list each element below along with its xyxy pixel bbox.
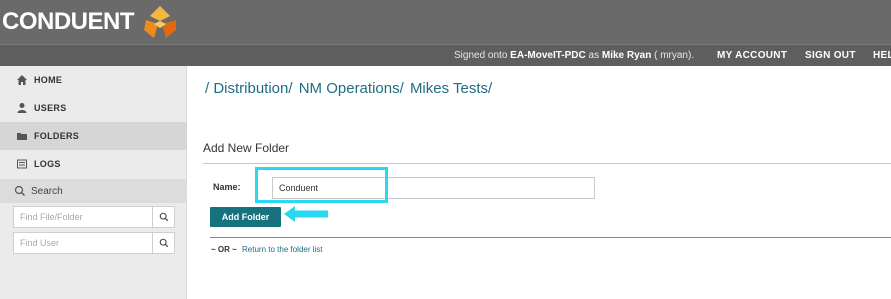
search-icon: [159, 212, 168, 222]
sidebar-item-label: LOGS: [34, 159, 61, 169]
highlight-annotation-box: [255, 167, 388, 203]
my-account-link[interactable]: MY ACCOUNT: [717, 50, 787, 61]
sign-out-link[interactable]: SIGN OUT: [805, 50, 856, 61]
signed-on-text: Signed onto EA-MoveIT-PDC as Mike Ryan (…: [454, 50, 695, 61]
sidebar-item-label: FOLDERS: [34, 131, 80, 141]
breadcrumb-nm-operations[interactable]: NM Operations/: [299, 80, 404, 97]
or-return-line: ~ OR ~ Return to the folder list: [211, 245, 323, 254]
breadcrumb-mikes-tests[interactable]: Mikes Tests/: [410, 80, 492, 97]
sidebar: HOME USERS FOLDERS LOGS Search: [0, 66, 187, 299]
pointer-arrow-icon: [284, 206, 328, 222]
app-window: CONDUENT Signed onto EA-MoveIT-PDC as Mi…: [0, 0, 891, 299]
sidebar-item-folders[interactable]: FOLDERS: [0, 122, 187, 150]
sidebar-item-home[interactable]: HOME: [0, 66, 187, 94]
page-title: Add New Folder: [203, 141, 290, 155]
conduent-logo[interactable]: CONDUENT: [0, 4, 180, 40]
or-text: ~ OR ~: [211, 245, 237, 254]
top-nav-bar: Signed onto EA-MoveIT-PDC as Mike Ryan (…: [0, 44, 891, 66]
divider: [203, 163, 891, 164]
find-file-input[interactable]: [14, 207, 152, 227]
divider: [210, 237, 891, 238]
breadcrumb: / Distribution/ NM Operations/ Mikes Tes…: [205, 80, 494, 97]
search-icon: [14, 185, 25, 196]
home-icon: [17, 75, 27, 85]
user-icon: [17, 103, 27, 113]
help-link[interactable]: HEL: [873, 50, 891, 61]
return-to-folder-list-link[interactable]: Return to the folder list: [242, 245, 322, 254]
find-user-input[interactable]: [14, 233, 152, 253]
sidebar-item-label: USERS: [34, 103, 67, 113]
folder-icon: [17, 133, 27, 140]
search-section-header: Search: [0, 179, 187, 203]
search-icon: [159, 238, 168, 248]
add-folder-button[interactable]: Add Folder: [210, 207, 281, 227]
logo-mark-icon: [144, 6, 176, 38]
list-icon: [17, 159, 27, 169]
breadcrumb-distribution[interactable]: / Distribution/: [205, 80, 293, 97]
header: CONDUENT: [0, 0, 891, 44]
sidebar-item-users[interactable]: USERS: [0, 94, 187, 122]
find-file-search-box: [13, 206, 175, 228]
find-file-search-button[interactable]: [152, 207, 174, 227]
find-user-search-button[interactable]: [152, 233, 174, 253]
logo-text: CONDUENT: [2, 8, 135, 35]
name-label: Name:: [213, 182, 241, 192]
sidebar-item-label: HOME: [34, 75, 63, 85]
find-user-search-box: [13, 232, 175, 254]
search-label: Search: [31, 185, 63, 197]
sidebar-item-logs[interactable]: LOGS: [0, 150, 187, 178]
